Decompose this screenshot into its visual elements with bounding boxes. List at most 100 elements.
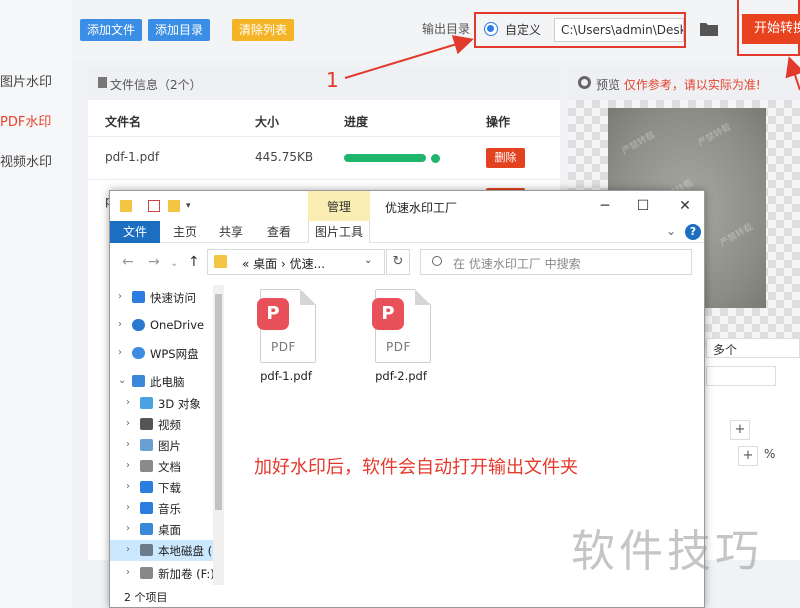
add-directory-button[interactable]: 添加目录 [148,19,211,41]
custom-radio[interactable] [484,22,498,36]
tree-item-local-disk[interactable]: › 本地磁盘 ( [110,540,224,561]
customize-qa-icon[interactable]: ▾ [186,200,198,212]
chevron-right-icon[interactable]: › [126,481,130,492]
tree-item-new-volume[interactable]: › 新加卷 (F:) [110,563,224,584]
chevron-right-icon[interactable]: › [126,460,130,471]
document-icon [98,77,107,88]
tree-item-3d-objects[interactable]: › 3D 对象 [110,393,224,414]
folder-icon [214,255,227,268]
tree-item-wps-drive[interactable]: › WPS网盘 [110,343,224,364]
chevron-right-icon[interactable]: › [126,439,130,450]
refresh-icon[interactable]: ↻ [386,249,410,275]
download-icon [140,481,153,493]
nav-item-video-watermark[interactable]: 视频水印 [0,151,52,170]
tree-item-videos[interactable]: › 视频 [110,414,224,435]
address-path: 桌面 › 优速... [253,257,326,271]
star-icon [132,291,145,303]
row-divider [88,136,560,137]
tree-item-label: 3D 对象 [158,397,201,411]
gear-icon [578,76,591,89]
new-folder-icon[interactable] [168,200,180,212]
nav-item-label: PDF水印 [0,115,52,130]
nav-item-pdf-watermark[interactable]: PDF水印 [0,111,51,130]
tree-item-quick-access[interactable]: › 快速访问 [110,287,224,308]
back-icon[interactable]: ← [122,254,134,270]
address-overflow: « [242,257,250,271]
chevron-right-icon[interactable]: › [118,347,122,358]
tree-scrollbar-thumb[interactable] [215,294,222,510]
open-folder-icon[interactable] [699,20,719,38]
address-input[interactable]: « 桌面 › 优速... [207,249,385,275]
tab-home[interactable]: 主页 [168,221,202,243]
maximize-icon[interactable]: ☐ [630,195,656,217]
pdf-badge-icon: P [372,298,404,330]
close-icon[interactable]: ✕ [672,195,698,217]
percent-unit: % [764,447,776,461]
chevron-right-icon[interactable]: › [126,502,130,513]
chevron-down-icon[interactable]: ⌄ [118,375,126,386]
tree-item-downloads[interactable]: › 下载 [110,477,224,498]
custom-radio-label: 自定义 [505,23,542,37]
page-fold [300,289,316,305]
chevron-right-icon[interactable]: › [126,418,130,429]
recent-chevron-icon[interactable]: ⌄ [170,258,178,269]
increment-button[interactable]: + [730,420,750,440]
preview-watermark: 严禁转载 [718,222,755,250]
forward-icon[interactable]: → [148,254,160,270]
chevron-right-icon[interactable]: › [118,319,122,330]
manage-tab[interactable]: 管理 [308,191,370,221]
chevron-right-icon[interactable]: › [126,397,130,408]
chevron-down-icon[interactable]: ⌄ [364,255,372,266]
nav-item-image-watermark[interactable]: 图片水印 [0,71,52,90]
output-path-input[interactable]: C:\Users\admin\Deskto [554,18,684,42]
tab-view[interactable]: 查看 [262,221,296,243]
delete-button[interactable]: 删除 [486,148,525,168]
up-icon[interactable]: ↑ [188,254,200,270]
nav-item-label: 图片水印 [0,75,53,90]
column-header-action: 操作 [486,115,511,129]
preview-note: 仅作参考，请以实际为准! [623,78,761,92]
file-item-pdf-1[interactable]: P PDF pdf-1.pdf [246,289,326,383]
chevron-right-icon[interactable]: › [126,523,130,534]
output-directory-label: 输出目录 [422,22,471,36]
status-bar: 2 个项目 [110,585,704,607]
add-file-button[interactable]: 添加文件 [80,19,143,41]
tree-item-onedrive[interactable]: › OneDrive [110,315,224,336]
tree-item-label: 图片 [158,439,181,453]
progress-done-icon [431,154,440,163]
pdf-type-label: PDF [271,340,296,354]
watermark-mode-select[interactable]: 多个 [706,338,800,358]
increment-button[interactable]: + [738,446,758,466]
title-bar: ▾ 管理 优速水印工厂 ─ ☐ ✕ [110,191,704,221]
column-header-progress: 进度 [344,115,369,129]
clear-list-button[interactable]: 清除列表 [232,19,295,41]
page-fold [415,289,431,305]
watermark-mode-value: 多个 [713,343,738,357]
tree-item-desktop[interactable]: › 桌面 [110,519,224,540]
setting-input[interactable] [706,366,776,386]
address-bar-row: ← → ⌄ ↑ « 桌面 › 优速... ⌄ ↻ 在 优速水印工厂 中搜索 [110,243,704,283]
chevron-right-icon[interactable]: › [126,544,130,555]
tab-picture-tools[interactable]: 图片工具 [308,221,370,243]
search-input[interactable]: 在 优速水印工厂 中搜索 [420,249,692,275]
site-watermark: 软件技巧 [571,526,763,577]
tree-item-pictures[interactable]: › 图片 [110,435,224,456]
progress-bar [344,154,426,162]
tree-item-music[interactable]: › 音乐 [110,498,224,519]
chevron-right-icon[interactable]: › [118,291,122,302]
tree-item-this-pc[interactable]: ⌄ 此电脑 [110,371,224,392]
tab-share[interactable]: 共享 [214,221,248,243]
chevron-down-icon[interactable]: ⌄ [666,224,676,238]
minimize-icon[interactable]: ─ [592,195,618,217]
cloud-icon [132,347,145,359]
cloud-icon [132,319,145,331]
properties-icon[interactable] [148,200,160,212]
tab-file[interactable]: 文件 [110,221,160,243]
file-item-pdf-2[interactable]: P PDF pdf-2.pdf [361,289,441,383]
start-convert-button[interactable]: 开始转换 [742,14,800,44]
help-icon[interactable]: ? [685,224,701,240]
chevron-right-icon[interactable]: › [126,567,130,578]
tree-item-documents[interactable]: › 文档 [110,456,224,477]
file-size-cell: 445.75KB [255,150,314,164]
preview-watermark: 严禁转载 [620,130,657,158]
